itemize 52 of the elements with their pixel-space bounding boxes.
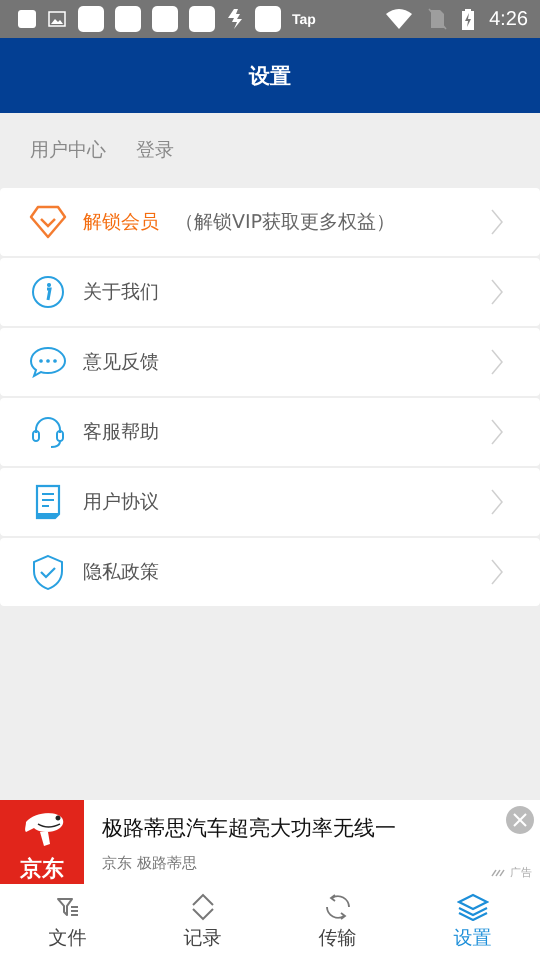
battery-icon (461, 8, 476, 30)
notification-icon (18, 10, 36, 28)
ad-mark-icon (491, 868, 507, 876)
info-icon (29, 275, 67, 309)
ad-banner[interactable]: 京东 极路蒂思汽车超亮大功率无线一 京东 极路蒂思 广告 (0, 800, 540, 884)
menu-label: 客服帮助 (83, 420, 159, 445)
ad-source: 京东 极路蒂思 (102, 854, 198, 873)
page-title: 设置 (249, 62, 291, 90)
diamond-icon (29, 205, 67, 239)
chevron-right-icon (490, 489, 504, 515)
tab[interactable]: 记录 (135, 884, 270, 960)
menu-note: （解锁VIP获取更多权益） (175, 210, 396, 235)
menu-label: 用户协议 (83, 490, 159, 515)
chevron-right-icon (490, 419, 504, 445)
chevron-right-icon (490, 209, 504, 235)
notification-icon (152, 6, 178, 32)
menu-item[interactable]: 用户协议 (0, 468, 540, 536)
menu-item[interactable]: 关于我们 (0, 258, 540, 326)
user-center-label: 用户中心 (30, 138, 106, 162)
chevron-right-icon (490, 559, 504, 585)
ad-title: 极路蒂思汽车超亮大功率无线一 (102, 815, 396, 842)
tab[interactable]: 传输 (270, 884, 405, 960)
notification-icon (189, 6, 215, 32)
notification-icon (115, 6, 141, 32)
menu-label: 意见反馈 (83, 350, 159, 375)
notification-icon (255, 6, 281, 32)
tab[interactable]: 文件 (0, 884, 135, 960)
wifi-icon (385, 8, 414, 30)
notification-icon (78, 6, 104, 32)
chevron-right-icon (490, 349, 504, 375)
layers-icon (456, 893, 488, 921)
menu-label: 隐私政策 (83, 560, 159, 585)
chevron-right-icon (490, 279, 504, 305)
menu-item[interactable]: 解锁会员 （解锁VIP获取更多权益） (0, 188, 540, 256)
clock: 4:26 (489, 8, 528, 30)
app-label: Tap (292, 11, 316, 27)
close-icon (513, 813, 527, 827)
menu-item[interactable]: 隐私政策 (0, 538, 540, 606)
image-icon (47, 9, 67, 29)
menu-item[interactable]: 意见反馈 (0, 328, 540, 396)
logo-text: 京东 (20, 858, 64, 882)
ad-label: 广告 (510, 865, 532, 880)
close-button[interactable] (506, 806, 534, 834)
menu-label: 关于我们 (83, 280, 159, 305)
no-sim-icon (427, 8, 448, 30)
menu-label: 解锁会员 (83, 210, 159, 235)
tab[interactable]: 设置 (405, 884, 540, 960)
bolt-icon (226, 8, 244, 30)
chat-bubble-icon (29, 345, 67, 379)
sync-icon (324, 893, 352, 921)
menu-item[interactable]: 客服帮助 (0, 398, 540, 466)
headset-icon (29, 415, 67, 449)
